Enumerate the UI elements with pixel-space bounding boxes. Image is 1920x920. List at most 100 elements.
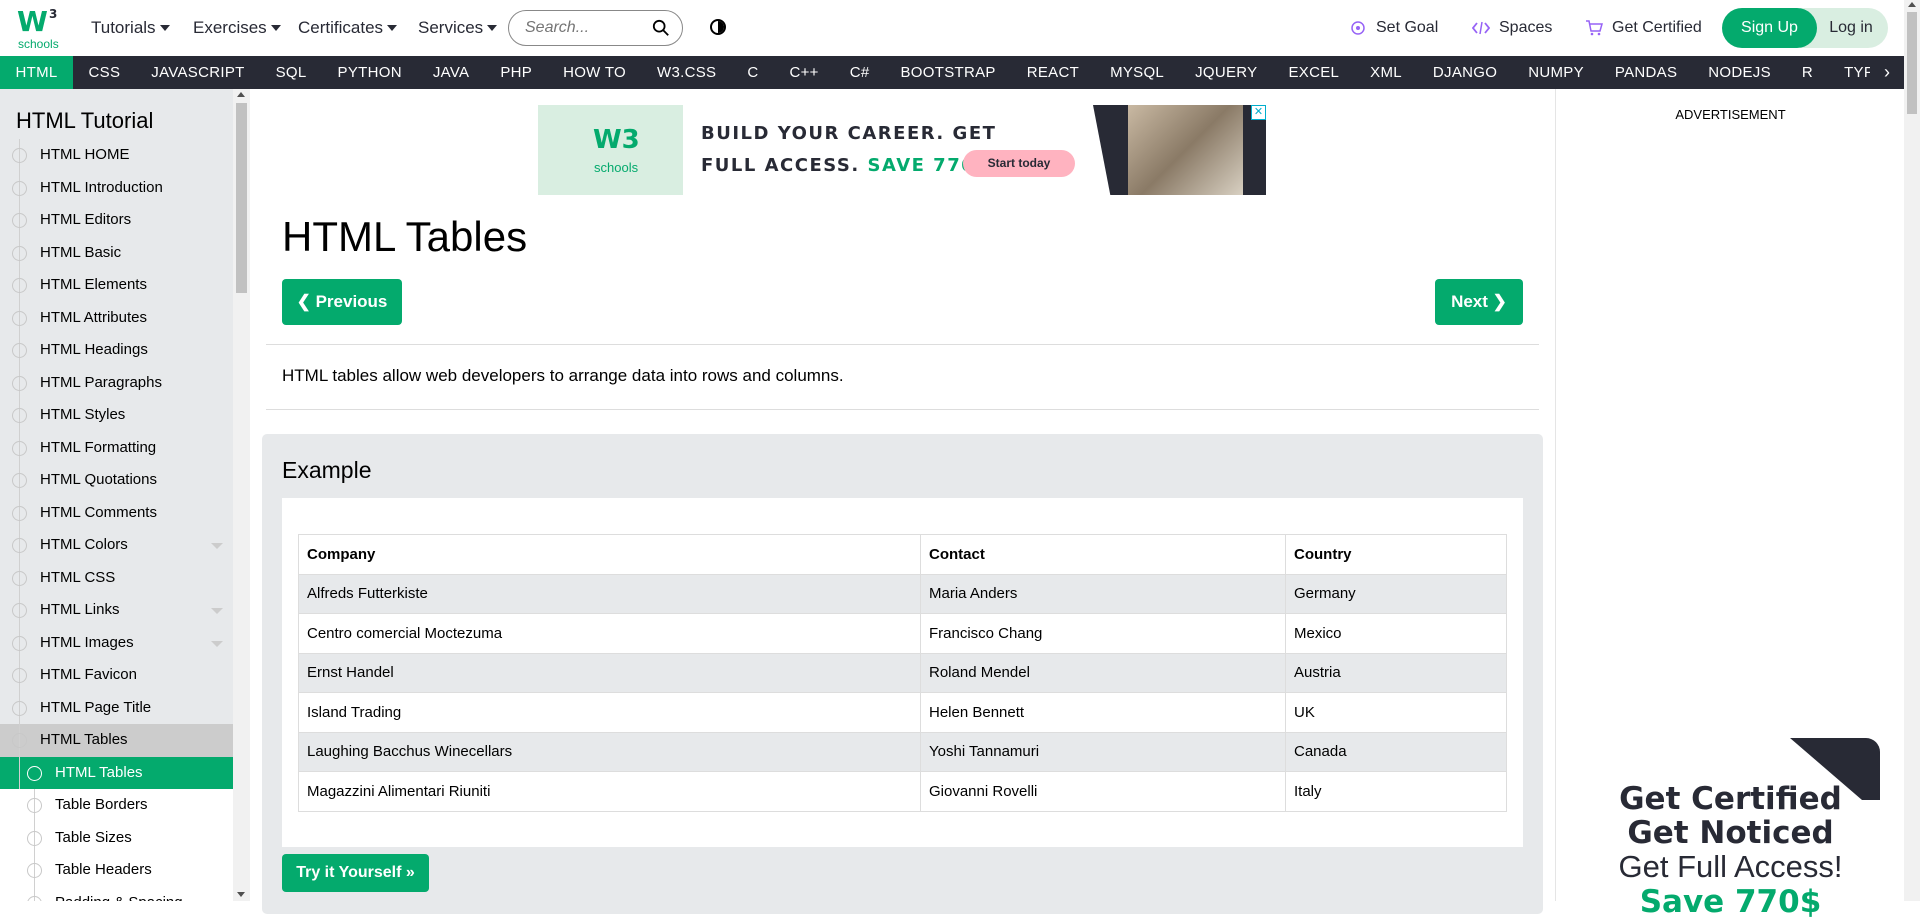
table-row: Island Trading Helen Bennett UK bbox=[298, 692, 1507, 733]
page-title: HTML Tables bbox=[282, 213, 528, 260]
sidebar-item-html-basic[interactable]: HTML Basic bbox=[0, 236, 233, 269]
nav-item-css[interactable]: CSS bbox=[73, 56, 136, 89]
signup-button[interactable]: Sign Up bbox=[1722, 8, 1817, 48]
scroll-down-arrow-icon[interactable] bbox=[237, 892, 245, 897]
nav-item-r[interactable]: R bbox=[1786, 56, 1828, 89]
table-row: Alfreds Futterkiste Maria Anders Germany bbox=[298, 573, 1507, 614]
page-scroll-thumb[interactable] bbox=[1907, 12, 1917, 114]
sidebar-item-html-introduction[interactable]: HTML Introduction bbox=[0, 171, 233, 204]
sidebar-item-html-home[interactable]: HTML HOME bbox=[0, 139, 233, 172]
table-cell: Roland Mendel bbox=[920, 652, 1286, 693]
chevron-down-icon[interactable] bbox=[211, 640, 223, 647]
spaces-link[interactable]: Spaces bbox=[1472, 0, 1552, 56]
sidebar-scroll-thumb[interactable] bbox=[236, 103, 247, 293]
nav-item-django[interactable]: DJANGO bbox=[1417, 56, 1512, 89]
nav-item-c-[interactable]: C# bbox=[834, 56, 885, 89]
table-cell: UK bbox=[1285, 692, 1507, 733]
nav-item-php[interactable]: PHP bbox=[485, 56, 548, 89]
sidebar-subitem-html-tables[interactable]: HTML Tables bbox=[0, 756, 233, 789]
sidebar-item-html-attributes[interactable]: HTML Attributes bbox=[0, 301, 233, 334]
scroll-up-arrow-icon[interactable] bbox=[237, 92, 245, 97]
nav-item-w3-css[interactable]: W3.CSS bbox=[642, 56, 732, 89]
chevron-down-icon[interactable] bbox=[211, 543, 223, 549]
get-certified-link[interactable]: Get Certified bbox=[1585, 0, 1702, 56]
nav-item-java[interactable]: JAVA bbox=[417, 56, 485, 89]
set-goal-link[interactable]: Set Goal bbox=[1350, 0, 1438, 56]
sidebar-item-html-styles[interactable]: HTML Styles bbox=[0, 399, 233, 432]
check-circle-icon bbox=[27, 863, 42, 878]
sidebar-item-html-links[interactable]: HTML Links bbox=[0, 594, 233, 627]
ad-start-button[interactable]: Start today bbox=[963, 150, 1075, 177]
menu-services[interactable]: Services bbox=[418, 0, 498, 56]
nav-item-python[interactable]: PYTHON bbox=[322, 56, 417, 89]
menu-exercises[interactable]: Exercises bbox=[193, 0, 281, 56]
sidebar-item-html-quotations[interactable]: HTML Quotations bbox=[0, 464, 233, 497]
check-circle-icon bbox=[12, 148, 27, 163]
sidebar-item-html-formatting[interactable]: HTML Formatting bbox=[0, 431, 233, 464]
sidebar-title: HTML Tutorial bbox=[16, 108, 154, 133]
table-cell: Francisco Chang bbox=[920, 613, 1286, 654]
sidebar-item-label: HTML Tables bbox=[40, 731, 128, 748]
sidebar-item-html-css[interactable]: HTML CSS bbox=[0, 561, 233, 594]
chevron-down-icon[interactable] bbox=[211, 738, 223, 744]
contrast-toggle-icon[interactable] bbox=[710, 19, 726, 35]
sidebar-subitem-padding-spacing[interactable]: Padding & Spacing bbox=[0, 886, 233, 902]
search-input[interactable] bbox=[525, 19, 645, 37]
sidebar-item-html-elements[interactable]: HTML Elements bbox=[0, 269, 233, 302]
scroll-up-arrow-icon[interactable] bbox=[1908, 2, 1916, 7]
table-cell: Giovanni Rovelli bbox=[920, 771, 1286, 812]
nav-item-numpy[interactable]: NUMPY bbox=[1513, 56, 1600, 89]
nav-item-xml[interactable]: XML bbox=[1355, 56, 1418, 89]
example-box: Example Company Contact Country Alfreds … bbox=[262, 434, 1543, 914]
sidebar-item-label: Padding & Spacing bbox=[55, 894, 183, 902]
nav-item-mysql[interactable]: MYSQL bbox=[1095, 56, 1180, 89]
ad-headline-2[interactable]: Get Noticed bbox=[1556, 815, 1905, 851]
table-cell: Yoshi Tannamuri bbox=[920, 731, 1286, 772]
sidebar-item-html-tables[interactable]: HTML Tables bbox=[0, 724, 233, 757]
sidebar-item-html-favicon[interactable]: HTML Favicon bbox=[0, 659, 233, 692]
ad-headline-1[interactable]: Get Certified bbox=[1556, 781, 1905, 817]
nav-scroll-right-icon[interactable]: › bbox=[1870, 56, 1904, 89]
chevron-down-icon[interactable] bbox=[211, 608, 223, 614]
nav-item-bootstrap[interactable]: BOOTSTRAP bbox=[885, 56, 1011, 89]
sidebar-item-html-images[interactable]: HTML Images bbox=[0, 626, 233, 659]
sidebar-subitem-table-borders[interactable]: Table Borders bbox=[0, 789, 233, 822]
menu-services-label: Services bbox=[418, 18, 484, 37]
search-icon[interactable] bbox=[652, 19, 670, 37]
nav-item-jquery[interactable]: JQUERY bbox=[1180, 56, 1273, 89]
nav-item-pandas[interactable]: PANDAS bbox=[1599, 56, 1692, 89]
nav-item-excel[interactable]: EXCEL bbox=[1273, 56, 1355, 89]
ad-headline-4[interactable]: Save 770$ bbox=[1556, 884, 1905, 920]
search-box bbox=[508, 10, 683, 46]
w3schools-logo[interactable]: W 3 schools bbox=[14, 5, 60, 51]
nav-item-c-[interactable]: C++ bbox=[774, 56, 834, 89]
sidebar-item-label: HTML Page Title bbox=[40, 698, 152, 716]
ad-banner[interactable]: W3 schools BUILD YOUR CAREER. GET FULL A… bbox=[538, 105, 1266, 195]
page-scrollbar[interactable] bbox=[1904, 0, 1920, 901]
nav-item-c[interactable]: C bbox=[732, 56, 774, 89]
sidebar-item-html-editors[interactable]: HTML Editors bbox=[0, 204, 233, 237]
menu-tutorials[interactable]: Tutorials bbox=[91, 0, 170, 56]
logo-mark: W bbox=[17, 5, 48, 38]
sidebar-item-html-paragraphs[interactable]: HTML Paragraphs bbox=[0, 366, 233, 399]
nav-item-html[interactable]: HTML bbox=[0, 56, 74, 89]
nav-item-sql[interactable]: SQL bbox=[260, 56, 322, 89]
nav-item-how-to[interactable]: HOW TO bbox=[548, 56, 642, 89]
nav-item-javascript[interactable]: JAVASCRIPT bbox=[136, 56, 260, 89]
menu-certificates[interactable]: Certificates bbox=[298, 0, 398, 56]
sidebar-item-html-page-title[interactable]: HTML Page Title bbox=[0, 691, 233, 724]
sidebar-item-html-headings[interactable]: HTML Headings bbox=[0, 334, 233, 367]
nav-item-nodejs[interactable]: NODEJS bbox=[1693, 56, 1787, 89]
sidebar-subitem-table-headers[interactable]: Table Headers bbox=[0, 854, 233, 887]
sidebar-scrollbar[interactable] bbox=[233, 89, 250, 901]
ad-close-icon[interactable]: ✕ bbox=[1251, 105, 1266, 120]
nav-item-react[interactable]: REACT bbox=[1011, 56, 1094, 89]
try-it-yourself-button[interactable]: Try it Yourself » bbox=[282, 854, 429, 892]
sidebar-subitem-table-sizes[interactable]: Table Sizes bbox=[0, 821, 233, 854]
next-button[interactable]: Next ❯ bbox=[1435, 279, 1523, 325]
previous-button[interactable]: ❮ Previous bbox=[282, 279, 402, 325]
sidebar-item-html-colors[interactable]: HTML Colors bbox=[0, 529, 233, 562]
ad-headline-3[interactable]: Get Full Access! bbox=[1556, 849, 1905, 885]
table-row: Magazzini Alimentari Riuniti Giovanni Rov… bbox=[298, 771, 1507, 812]
sidebar-item-html-comments[interactable]: HTML Comments bbox=[0, 496, 233, 529]
